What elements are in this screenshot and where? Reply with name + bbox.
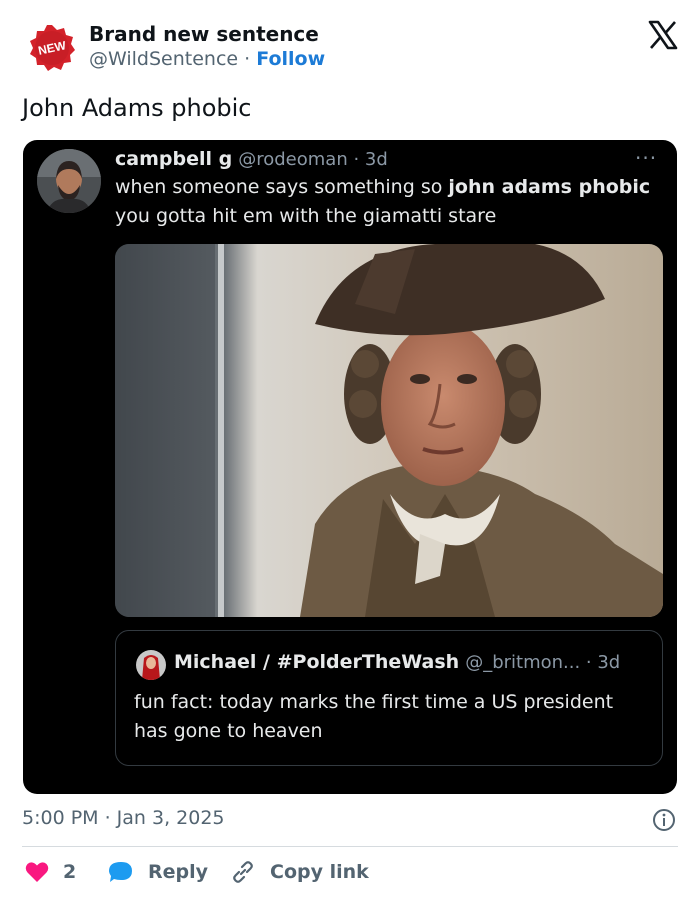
- like-count: 2: [63, 861, 77, 883]
- embedded-text-line-1: when someone says something so john adam…: [115, 176, 650, 198]
- divider: [22, 846, 678, 847]
- quoted-tweet: Michael / #PolderTheWash @_britmon... · 3…: [115, 630, 663, 766]
- quoted-author-handle: @_britmon... · 3d: [465, 652, 621, 673]
- reply-button[interactable]: Reply: [108, 858, 208, 886]
- new-badge-icon: NEW: [30, 25, 75, 71]
- quoted-avatar: [136, 650, 166, 680]
- copy-link-label: Copy link: [270, 861, 369, 883]
- speech-bubble-icon: [109, 862, 132, 882]
- embedded-author-name: campbell g: [115, 148, 233, 170]
- reply-label: Reply: [148, 861, 209, 883]
- heart-icon: [25, 862, 49, 882]
- quoted-text-line-2: has gone to heaven: [134, 720, 323, 742]
- quoted-author-row: Michael / #PolderTheWash @_britmon... · 3…: [174, 651, 620, 673]
- more-options-icon: ···: [635, 146, 658, 170]
- embedded-text-prefix: when someone says something so: [115, 176, 449, 198]
- tweet-text: John Adams phobic: [22, 94, 252, 122]
- x-logo-icon[interactable]: [648, 20, 678, 50]
- quoted-text-line-1: fun fact: today marks the first time a U…: [134, 691, 614, 713]
- link-icon: [233, 861, 253, 883]
- embedded-avatar: [37, 149, 101, 213]
- embedded-text-bold: john adams phobic: [448, 176, 651, 198]
- embedded-photo: [115, 244, 663, 617]
- author-avatar[interactable]: NEW: [28, 24, 76, 72]
- author-handle-row: @WildSentence · Follow: [89, 48, 325, 70]
- embedded-author-row: campbell g @rodeoman · 3d: [115, 148, 388, 170]
- quoted-author-name: Michael / #PolderTheWash: [174, 651, 460, 673]
- author-name[interactable]: Brand new sentence: [89, 22, 319, 46]
- like-button[interactable]: 2: [25, 858, 76, 886]
- embedded-tweet-image[interactable]: campbell g @rodeoman · 3d ··· when someon…: [23, 140, 677, 794]
- follow-button[interactable]: Follow: [256, 48, 325, 70]
- embedded-text-line-2: you gotta hit em with the giamatti stare: [115, 205, 497, 227]
- copy-link-button[interactable]: Copy link: [230, 858, 369, 886]
- embedded-author-handle: @rodeoman · 3d: [238, 149, 388, 170]
- tweet-timestamp[interactable]: 5:00 PM · Jan 3, 2025: [22, 807, 225, 829]
- separator-dot: ·: [244, 48, 251, 70]
- author-handle[interactable]: @WildSentence: [89, 48, 238, 70]
- info-icon[interactable]: [652, 808, 676, 832]
